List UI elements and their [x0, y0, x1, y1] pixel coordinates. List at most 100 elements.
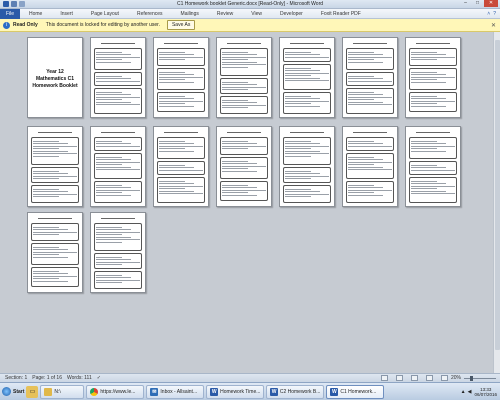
question-box [94, 88, 142, 114]
zoom-slider-knob[interactable] [470, 375, 473, 381]
network-icon[interactable]: ▲ [461, 389, 466, 395]
page-thumbnail[interactable] [279, 37, 335, 118]
taskbar-item-inbox[interactable]: ✉ Inbox - Allsaint... [146, 384, 205, 399]
folder-icon[interactable]: ▭ [26, 385, 39, 398]
page-heading [346, 131, 394, 135]
web-layout-icon[interactable] [410, 375, 418, 381]
read-only-badge: Read Only [13, 22, 38, 28]
tab-foxit-reader-pdf[interactable]: Foxit Reader PDF [312, 9, 370, 19]
status-section[interactable]: Section: 1 [5, 375, 27, 381]
question-box [94, 181, 142, 203]
page-heading [409, 42, 457, 46]
close-message-icon[interactable]: ✕ [491, 22, 496, 29]
question-box [94, 271, 142, 289]
scrollbar-thumb[interactable] [495, 40, 500, 350]
close-button[interactable]: ✕ [484, 0, 498, 7]
tab-page-layout[interactable]: Page Layout [82, 9, 128, 19]
status-words[interactable]: Words: 111 [67, 375, 92, 381]
question-box [94, 72, 142, 86]
minimize-button[interactable]: – [460, 0, 471, 7]
clock[interactable]: 13:33 06/07/2016 [474, 387, 497, 397]
question-box [346, 48, 394, 70]
chrome-icon [90, 387, 99, 396]
page-thumbnail[interactable] [90, 37, 146, 118]
question-box [346, 181, 394, 203]
question-box [31, 137, 79, 165]
question-box [409, 161, 457, 175]
tab-references[interactable]: References [128, 9, 172, 19]
page-thumbnail[interactable] [27, 126, 83, 207]
taskbar-item-c1-homework[interactable]: W C1 Homework... [326, 384, 385, 399]
page-heading [220, 42, 268, 46]
page-thumbnail[interactable] [342, 37, 398, 118]
maximize-button[interactable]: □ [472, 0, 483, 7]
full-screen-reading-icon[interactable] [395, 375, 403, 381]
page-thumbnail[interactable] [342, 126, 398, 207]
question-box [31, 167, 79, 183]
taskbar-item-c2-homework[interactable]: W C2 Homework B... [266, 384, 325, 399]
page-heading [283, 42, 331, 46]
page-heading [94, 217, 142, 221]
page-thumbnail[interactable] [90, 212, 146, 293]
question-box [283, 137, 331, 165]
tab-file[interactable]: File [0, 8, 20, 19]
proofing-icon[interactable]: ✓ [97, 375, 101, 381]
page-thumbnail[interactable] [153, 126, 209, 207]
taskbar-item-chrome[interactable]: https://www.le... [86, 384, 145, 399]
minimize-ribbon-icon[interactable]: ˄ [487, 11, 490, 17]
question-box [409, 92, 457, 112]
question-box [157, 137, 205, 159]
taskbar-item-explorer[interactable]: N:\ [40, 384, 85, 399]
page-thumbnail[interactable] [216, 126, 272, 207]
status-page[interactable]: Page: 1 of 16 [32, 375, 62, 381]
page-heading [157, 42, 205, 46]
vertical-scrollbar[interactable] [493, 32, 500, 373]
tab-mailings[interactable]: Mailings [172, 9, 208, 19]
page-heading [94, 131, 142, 135]
start-button[interactable]: Start [2, 387, 24, 396]
taskbar-item-label: N:\ [54, 388, 61, 395]
page-heading [31, 131, 79, 135]
draft-view-icon[interactable] [440, 375, 448, 381]
tab-view[interactable]: View [242, 9, 271, 19]
cover-title-line1: Year 12 Mathematics C1 [35, 69, 75, 82]
question-box [283, 64, 331, 90]
page-thumbnail[interactable] [405, 37, 461, 118]
folder-icon [44, 387, 53, 396]
ribbon-tabs: File Home Insert Page Layout References … [0, 8, 500, 19]
question-box [157, 177, 205, 203]
zoom-slider[interactable] [464, 375, 496, 381]
tab-home[interactable]: Home [20, 9, 51, 19]
question-box [346, 88, 394, 114]
page-thumbnail[interactable] [90, 126, 146, 207]
help-icon[interactable]: ? [493, 11, 496, 17]
read-only-message-bar: i Read Only This document is locked for … [0, 19, 500, 32]
outline-view-icon[interactable] [425, 375, 433, 381]
page-thumbnail[interactable] [216, 37, 272, 118]
page-thumbnail[interactable] [153, 37, 209, 118]
taskbar-item-homework-time[interactable]: W Homework Time... [206, 384, 265, 399]
page-thumbnail[interactable] [27, 212, 83, 293]
tab-insert[interactable]: Insert [51, 9, 82, 19]
question-box [346, 153, 394, 179]
page-heading [220, 131, 268, 135]
tab-review[interactable]: Review [208, 9, 242, 19]
page-cover[interactable]: Year 12 Mathematics C1 Homework Booklet [27, 37, 83, 118]
volume-icon[interactable]: ◀ [468, 389, 472, 395]
tab-developer[interactable]: Developer [271, 9, 312, 19]
document-workspace[interactable]: Year 12 Mathematics C1 Homework Booklet [0, 32, 493, 373]
page-thumbnail[interactable] [279, 126, 335, 207]
taskbar-item-label: Homework Time... [220, 388, 261, 395]
question-box [283, 167, 331, 183]
question-box [157, 92, 205, 112]
zoom-level[interactable]: 20% [451, 375, 461, 381]
print-layout-icon[interactable] [380, 375, 388, 381]
question-box [94, 253, 142, 269]
system-tray: ▲ ◀ 13:33 06/07/2016 [461, 387, 500, 397]
question-box [220, 137, 268, 155]
page-thumbnail[interactable] [405, 126, 461, 207]
question-box [157, 48, 205, 66]
question-box [31, 185, 79, 203]
word-icon: W [210, 387, 219, 396]
save-as-button[interactable]: Save As [166, 20, 196, 30]
